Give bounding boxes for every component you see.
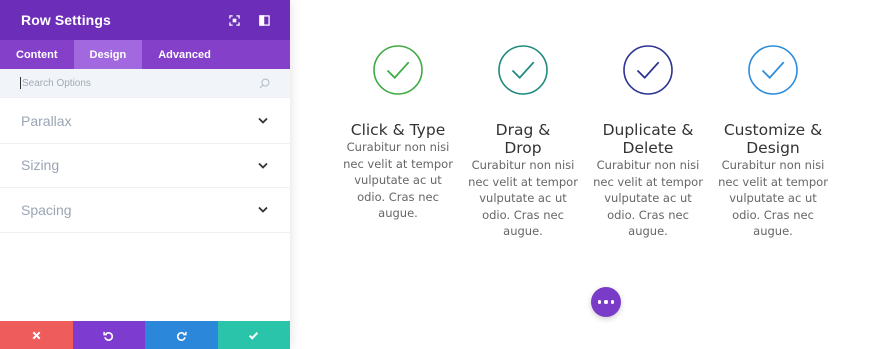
- tab-content[interactable]: Content: [0, 40, 74, 69]
- section-label: Sizing: [21, 157, 60, 174]
- search-bar: [0, 69, 290, 98]
- feature-title: Duplicate & Delete: [602, 121, 694, 157]
- feature-text: Curabitur non nisi nec velit at tempor v…: [593, 158, 703, 238]
- check-circle-icon: [373, 45, 423, 95]
- tab-design[interactable]: Design: [73, 40, 143, 69]
- settings-panel: Row Settings Content Design Advanced Sea…: [0, 0, 290, 349]
- section-parallax[interactable]: Parallax: [0, 99, 290, 144]
- settings-accordion: Parallax Sizing Spacing: [0, 99, 290, 233]
- section-label: Parallax: [21, 112, 72, 129]
- check-circle-icon: [498, 45, 548, 95]
- feature-title: Click & Type: [350, 121, 446, 139]
- check-circle-icon: [748, 45, 798, 95]
- search-input[interactable]: [20, 77, 259, 89]
- tab-bar: Content Design Advanced: [0, 40, 290, 69]
- feature-text: Curabitur non nisi nec velit at tempor v…: [343, 140, 453, 220]
- chevron-down-icon: [258, 162, 268, 169]
- feature-text: Curabitur non nisi nec velit at tempor v…: [468, 158, 578, 238]
- section-label: Spacing: [21, 201, 72, 218]
- redo-button[interactable]: [145, 321, 218, 349]
- sidebar-toggle-icon[interactable]: [251, 7, 277, 33]
- check-icon: [249, 331, 259, 340]
- features-row: Click & Type Curabitur non nisi nec veli…: [290, 0, 880, 349]
- undo-button[interactable]: [72, 321, 145, 349]
- redo-icon: [176, 331, 187, 341]
- feature-blurb: Duplicate & Delete Curabitur non nisi ne…: [593, 45, 703, 240]
- tab-advanced[interactable]: Advanced: [142, 40, 227, 69]
- panel-title: Row Settings: [21, 12, 111, 28]
- cancel-button[interactable]: [0, 321, 73, 349]
- feature-blurb: Customize & Design Curabitur non nisi ne…: [718, 45, 828, 240]
- more-dots-icon: [597, 300, 602, 304]
- more-options-button[interactable]: [591, 287, 621, 317]
- feature-title: Customize & Design: [723, 121, 823, 157]
- more-dots-icon: [610, 300, 615, 304]
- save-button[interactable]: [217, 321, 290, 349]
- fullscreen-icon[interactable]: [221, 7, 247, 33]
- feature-text: Curabitur non nisi nec velit at tempor v…: [718, 158, 828, 238]
- section-spacing[interactable]: Spacing: [0, 188, 290, 233]
- panel-footer: [0, 321, 290, 349]
- search-icon: [259, 78, 270, 89]
- check-circle-icon: [623, 45, 673, 95]
- more-dots-icon: [604, 300, 608, 304]
- panel-header: Row Settings: [0, 0, 290, 40]
- feature-blurb: Click & Type Curabitur non nisi nec veli…: [343, 45, 453, 222]
- undo-icon: [103, 331, 114, 341]
- section-sizing[interactable]: Sizing: [0, 144, 290, 188]
- chevron-down-icon: [258, 117, 268, 125]
- chevron-down-icon: [258, 206, 268, 214]
- close-icon: [32, 331, 41, 339]
- feature-title: Drag & Drop: [495, 121, 551, 157]
- feature-blurb: Drag & Drop Curabitur non nisi nec velit…: [468, 45, 578, 240]
